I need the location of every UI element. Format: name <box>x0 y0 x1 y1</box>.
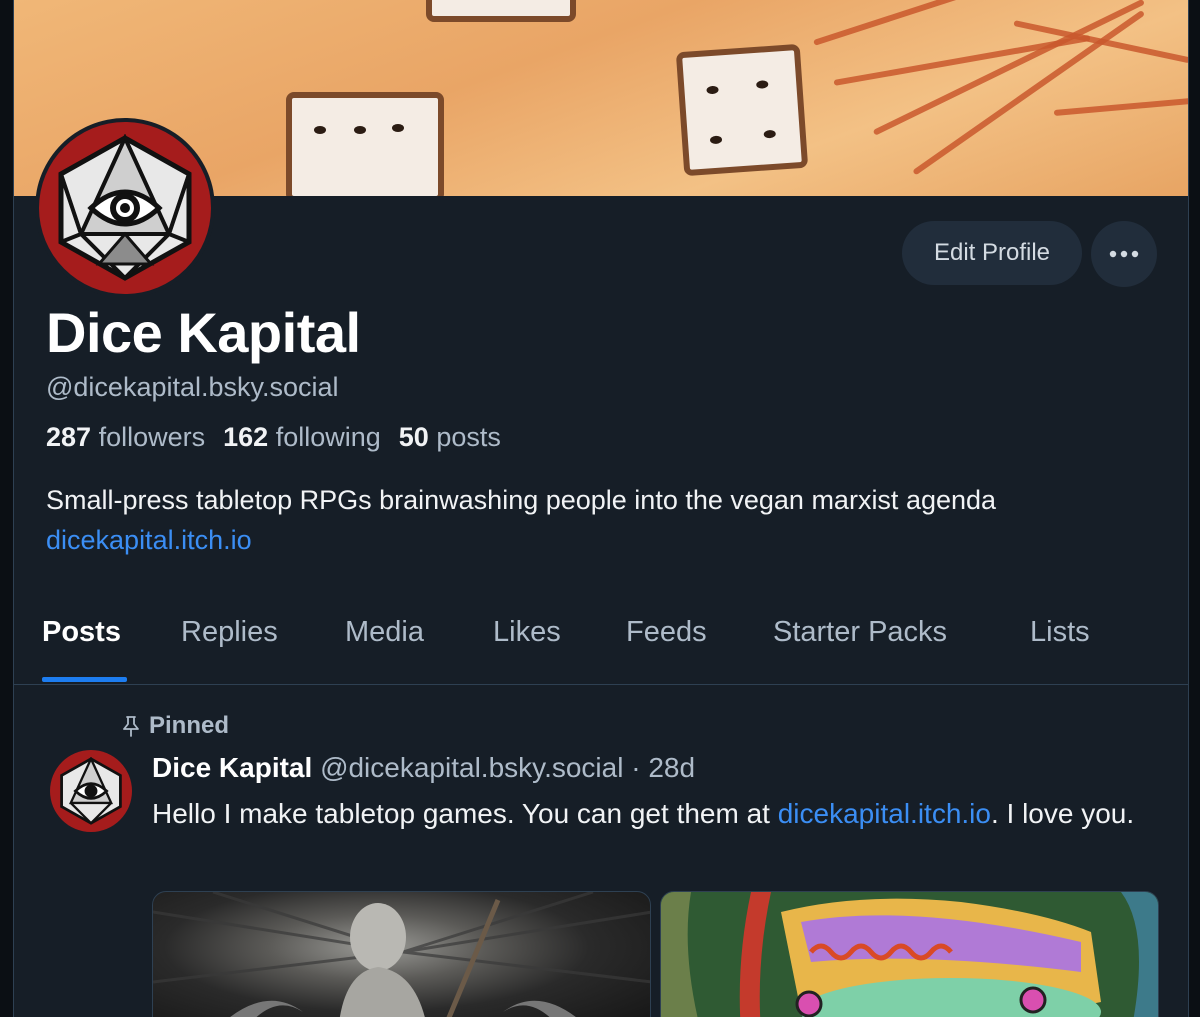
post-author-name[interactable]: Dice Kapital <box>152 752 312 783</box>
eye-d20-icon <box>58 134 192 281</box>
illustration-image <box>661 892 1158 1017</box>
active-tab-indicator <box>42 677 127 682</box>
profile-stats: 287 followers 162 following 50 posts <box>46 422 501 453</box>
post-link[interactable]: dicekapital.itch.io <box>778 798 991 829</box>
die-shape <box>426 0 576 22</box>
ellipsis-icon <box>1109 250 1139 258</box>
followers-label: followers <box>98 422 206 452</box>
pinned-label: Pinned <box>149 712 230 739</box>
pin-icon <box>123 716 139 737</box>
post-separator: · <box>631 752 641 783</box>
tab-lists[interactable]: Lists <box>1030 616 1090 649</box>
die-shape <box>286 92 444 196</box>
posts-count: 50 <box>398 422 429 452</box>
post-author-handle[interactable]: @dicekapital.bsky.social <box>320 752 623 783</box>
edit-profile-button[interactable]: Edit Profile <box>902 221 1082 285</box>
profile-bio: Small-press tabletop RPGs brainwashing p… <box>46 480 1176 560</box>
post-text-before: Hello I make tabletop games. You can get… <box>152 798 778 829</box>
post-text-after: . I love you. <box>990 798 1135 829</box>
bio-text: Small-press tabletop RPGs brainwashing p… <box>46 485 997 515</box>
bio-link[interactable]: dicekapital.itch.io <box>46 520 1176 560</box>
followers-count: 287 <box>46 422 92 452</box>
posts-stat: 50 posts <box>399 422 501 453</box>
following-stat[interactable]: 162 following <box>223 422 381 453</box>
profile-screen: Edit Profile Dice Kapital @dicekapital.b… <box>13 0 1189 1017</box>
more-options-button[interactable] <box>1091 221 1157 287</box>
profile-display-name: Dice Kapital <box>46 301 361 364</box>
post-author-avatar[interactable] <box>50 750 132 832</box>
post-header: Dice Kapital @dicekapital.bsky.social · … <box>152 752 695 784</box>
tab-posts[interactable]: Posts <box>42 616 121 649</box>
posts-label: posts <box>436 422 501 452</box>
profile-tabs: Posts Replies Media Likes Feeds Starter … <box>14 590 1188 685</box>
tab-media[interactable]: Media <box>345 616 424 649</box>
post-image-2[interactable] <box>660 891 1159 1017</box>
sculpture-image <box>153 892 650 1017</box>
tab-likes[interactable]: Likes <box>493 616 561 649</box>
post-image-1[interactable] <box>152 891 651 1017</box>
followers-stat[interactable]: 287 followers <box>46 422 205 453</box>
die-shape <box>675 43 809 177</box>
tab-feeds[interactable]: Feeds <box>626 616 707 649</box>
following-count: 162 <box>223 422 269 452</box>
post-timestamp[interactable]: 28d <box>648 752 695 783</box>
tab-replies[interactable]: Replies <box>181 616 278 649</box>
profile-handle: @dicekapital.bsky.social <box>46 372 339 402</box>
post-body: Hello I make tabletop games. You can get… <box>152 794 1142 834</box>
eye-d20-icon <box>60 757 122 825</box>
following-label: following <box>275 422 381 452</box>
profile-avatar[interactable] <box>35 118 215 298</box>
tab-starter-packs[interactable]: Starter Packs <box>773 616 947 649</box>
pinned-indicator: Pinned <box>121 712 229 740</box>
